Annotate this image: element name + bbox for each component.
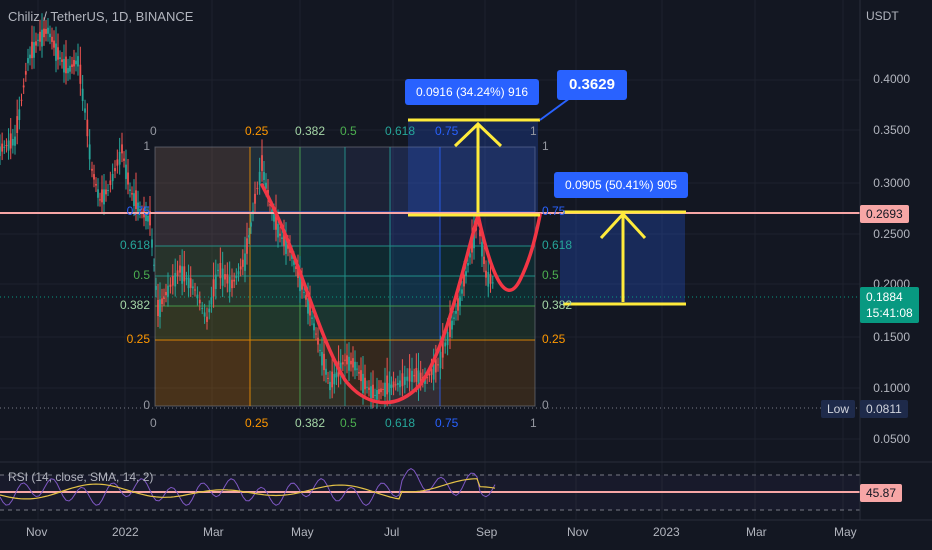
- fib-left-label: 1: [143, 139, 150, 153]
- time-axis-label: Nov: [567, 525, 589, 539]
- fib-bottom-label: 1: [530, 416, 537, 430]
- fib-left-label: 0.382: [119, 298, 150, 312]
- fib-bottom-label: 0.75: [435, 416, 459, 430]
- measure-right-label[interactable]: 0.0905 (50.41%) 905: [554, 172, 688, 198]
- current-price-tag[interactable]: 0.1884 15:41:08: [860, 287, 919, 323]
- current-price-value: 0.1884: [866, 290, 903, 304]
- fib-left-label: 0.5: [133, 268, 150, 282]
- rsi-value-tag: 45.87: [860, 484, 903, 502]
- fib-bottom-label: 0.382: [295, 416, 326, 430]
- time-axis-label: 2022: [112, 525, 139, 539]
- fib-right-label: 0: [542, 398, 549, 412]
- fib-right-label: 1: [542, 139, 549, 153]
- price-axis-label: 0.3500: [873, 123, 910, 137]
- price-axis-label: 0.4000: [873, 72, 910, 86]
- price-axis-label: 0.0500: [873, 432, 910, 446]
- time-axis-label: Sep: [476, 525, 498, 539]
- target-price-callout[interactable]: 0.3629: [557, 70, 627, 100]
- time-axis-label: 2023: [653, 525, 680, 539]
- time-axis-label: Mar: [203, 525, 224, 539]
- low-label-tag: Low: [821, 400, 856, 418]
- fib-right-label: 0.75: [542, 204, 566, 218]
- fib-right-label: 0.25: [542, 332, 566, 346]
- price-axis-label: 0.2500: [873, 227, 910, 241]
- fib-left-label: 0.75: [126, 204, 150, 218]
- symbol-title[interactable]: Chiliz / TetherUS, 1D, BINANCE: [8, 9, 193, 24]
- measure-top-label[interactable]: 0.0916 (34.24%) 916: [405, 79, 539, 105]
- fib-bottom-label: 0.618: [385, 416, 416, 430]
- fib-left-label: 0.618: [119, 238, 150, 252]
- callout-pointer: [539, 97, 571, 121]
- currency-label[interactable]: USDT: [866, 9, 899, 23]
- fib-top-label: 0.382: [295, 124, 326, 138]
- fib-bottom-label: 0.25: [245, 416, 269, 430]
- price-axis-label: 0.1000: [873, 381, 910, 395]
- price-axis-label: 0.1500: [873, 330, 910, 344]
- fib-top-label: 1: [530, 124, 537, 138]
- fib-bottom-label: 0.5: [340, 416, 357, 430]
- time-axis-label: Nov: [26, 525, 48, 539]
- low-price-tag: 0.0811: [860, 400, 908, 418]
- time-axis-label: Mar: [746, 525, 767, 539]
- level-price-tag[interactable]: 0.2693: [860, 205, 909, 223]
- time-axis-label: Jul: [384, 525, 400, 539]
- fib-bottom-label: 0: [150, 416, 157, 430]
- fib-right-label: 0.618: [542, 238, 573, 252]
- time-axis-label: May: [834, 525, 857, 539]
- measure-box-top[interactable]: [408, 120, 538, 215]
- fib-left-label: 0: [143, 398, 150, 412]
- rsi-indicator-label[interactable]: RSI (14, close, SMA, 14, 2): [8, 470, 153, 484]
- time-axis-label: May: [291, 525, 314, 539]
- fib-top-label: 0.5: [340, 124, 357, 138]
- fib-top-label: 0.618: [385, 124, 416, 138]
- price-axis-label: 0.3000: [873, 176, 910, 190]
- fib-top-label: 0.75: [435, 124, 459, 138]
- bar-countdown: 15:41:08: [866, 306, 913, 320]
- fib-top-label: 0: [150, 124, 157, 138]
- fib-right-label: 0.5: [542, 268, 559, 282]
- fib-top-label: 0.25: [245, 124, 269, 138]
- fib-left-label: 0.25: [126, 332, 150, 346]
- fib-right-label: 0.382: [542, 298, 573, 312]
